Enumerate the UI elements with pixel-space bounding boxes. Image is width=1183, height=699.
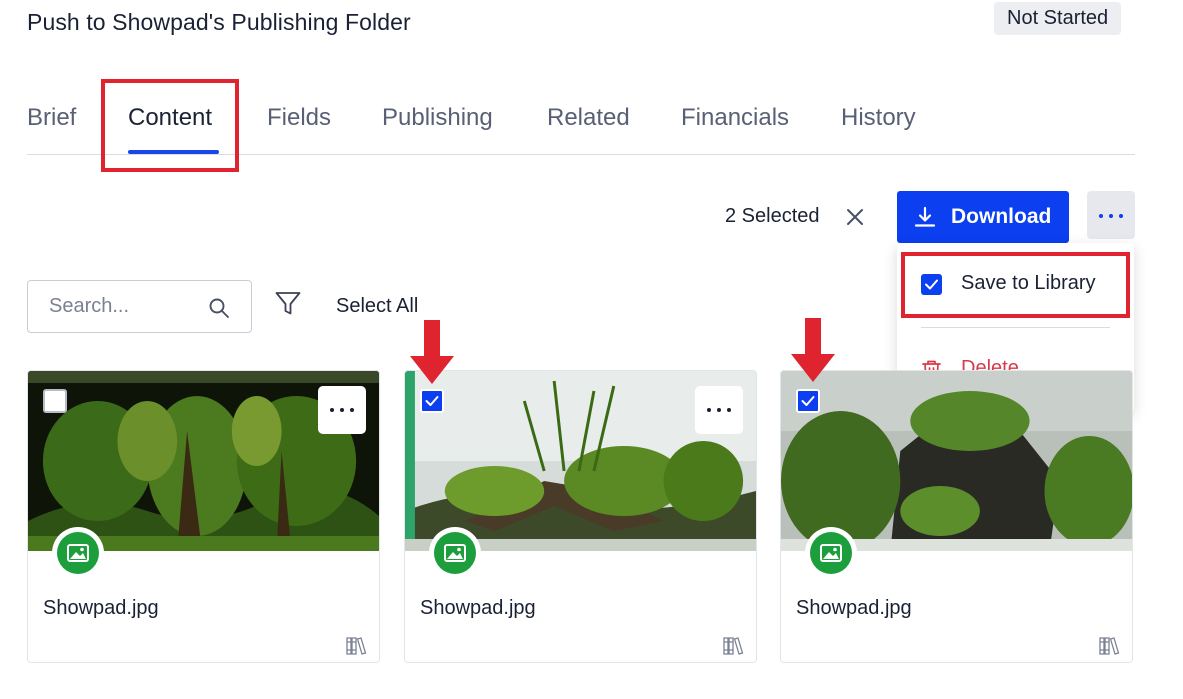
- image-icon: [810, 532, 852, 574]
- clear-selection-icon[interactable]: [843, 205, 867, 229]
- search-input[interactable]: [29, 282, 204, 331]
- tab-related[interactable]: Related: [547, 104, 630, 132]
- image-icon: [434, 532, 476, 574]
- menu-divider: [921, 327, 1110, 328]
- filter-icon[interactable]: [274, 290, 302, 318]
- asset-name: Showpad.jpg: [43, 597, 159, 619]
- tab-brief[interactable]: Brief: [27, 104, 76, 132]
- search-box: [27, 280, 252, 333]
- asset-card[interactable]: Showpad.jpg: [27, 370, 380, 663]
- download-button[interactable]: Download: [897, 191, 1069, 243]
- select-all-link[interactable]: Select All: [336, 295, 418, 318]
- asset-name: Showpad.jpg: [796, 597, 912, 619]
- save-to-library-highlight-box: [901, 252, 1130, 318]
- card-more-button[interactable]: [695, 386, 743, 434]
- library-icon: [1099, 637, 1120, 655]
- image-type-badge: [429, 527, 481, 579]
- tab-publishing[interactable]: Publishing: [382, 104, 493, 132]
- tab-history[interactable]: History: [841, 104, 916, 132]
- image-type-badge: [805, 527, 857, 579]
- page-title: Push to Showpad's Publishing Folder: [27, 9, 411, 35]
- asset-checkbox[interactable]: [43, 389, 67, 413]
- more-actions-button[interactable]: [1087, 191, 1135, 239]
- asset-thumbnail: [781, 371, 1132, 551]
- tab-highlight-box: [101, 79, 239, 172]
- red-arrow-icon: [791, 318, 835, 382]
- download-icon: [914, 206, 936, 227]
- library-icon: [346, 637, 367, 655]
- selected-count: 2 Selected: [725, 205, 820, 227]
- tab-fields[interactable]: Fields: [267, 104, 331, 132]
- check-icon: [801, 396, 815, 406]
- search-icon[interactable]: [208, 297, 230, 319]
- library-icon: [723, 637, 744, 655]
- red-arrow-icon: [410, 320, 454, 384]
- image-type-badge: [52, 527, 104, 579]
- download-label: Download: [951, 205, 1052, 228]
- tab-financials[interactable]: Financials: [681, 104, 789, 132]
- asset-card[interactable]: Showpad.jpg: [404, 370, 757, 663]
- asset-checkbox[interactable]: [420, 389, 444, 413]
- asset-name: Showpad.jpg: [420, 597, 536, 619]
- status-badge: Not Started: [994, 2, 1122, 35]
- card-more-button[interactable]: [318, 386, 366, 434]
- check-icon: [425, 396, 439, 406]
- asset-checkbox[interactable]: [796, 389, 820, 413]
- asset-card[interactable]: Showpad.jpg: [780, 370, 1133, 663]
- image-icon: [57, 532, 99, 574]
